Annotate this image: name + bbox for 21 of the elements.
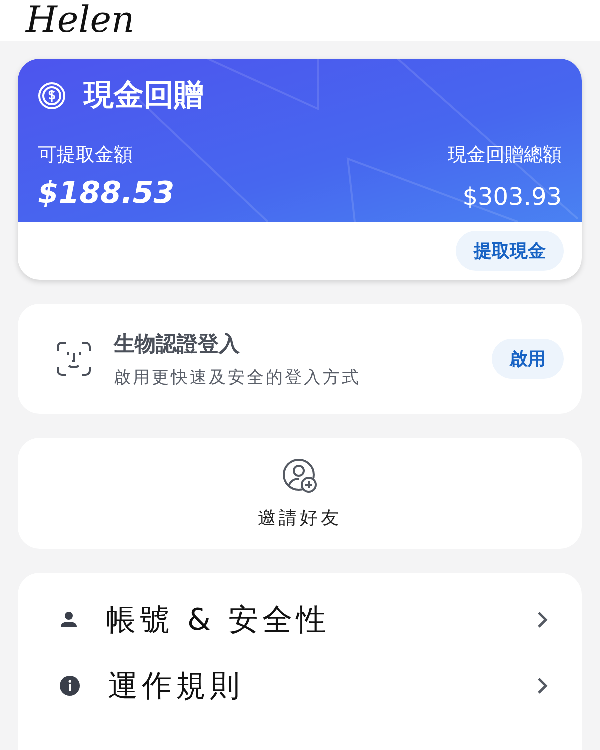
invite-card[interactable]: 邀請好友 — [18, 438, 582, 549]
invite-label: 邀請好友 — [258, 506, 342, 530]
total-label: 現金回贈總額 — [448, 143, 562, 168]
dollar-coin-icon — [38, 82, 66, 110]
withdraw-button[interactable]: 提取現金 — [456, 231, 564, 271]
biometric-subtitle: 啟用更快速及安全的登入方式 — [114, 366, 362, 388]
face-scan-icon — [56, 341, 92, 377]
person-icon — [60, 611, 78, 629]
withdrawable-amount: $188.53 — [38, 176, 175, 211]
menu-item[interactable]: 帳號 & 安全性 — [106, 600, 508, 640]
chevron-right-icon — [536, 677, 548, 695]
chevron-right-icon — [536, 611, 548, 629]
info-icon — [60, 676, 80, 696]
add-user-icon — [282, 458, 318, 494]
withdrawable-label: 可提取金額 — [38, 143, 133, 168]
biometric-title: 生物認證登入 — [114, 330, 241, 358]
user-name: Helen — [26, 0, 135, 41]
enable-button[interactable]: 啟用 — [492, 339, 564, 379]
total-amount: $303.93 — [462, 183, 562, 211]
menu-item[interactable]: 運作規則 — [108, 666, 508, 706]
cashback-title: 現金回贈 — [84, 77, 204, 115]
